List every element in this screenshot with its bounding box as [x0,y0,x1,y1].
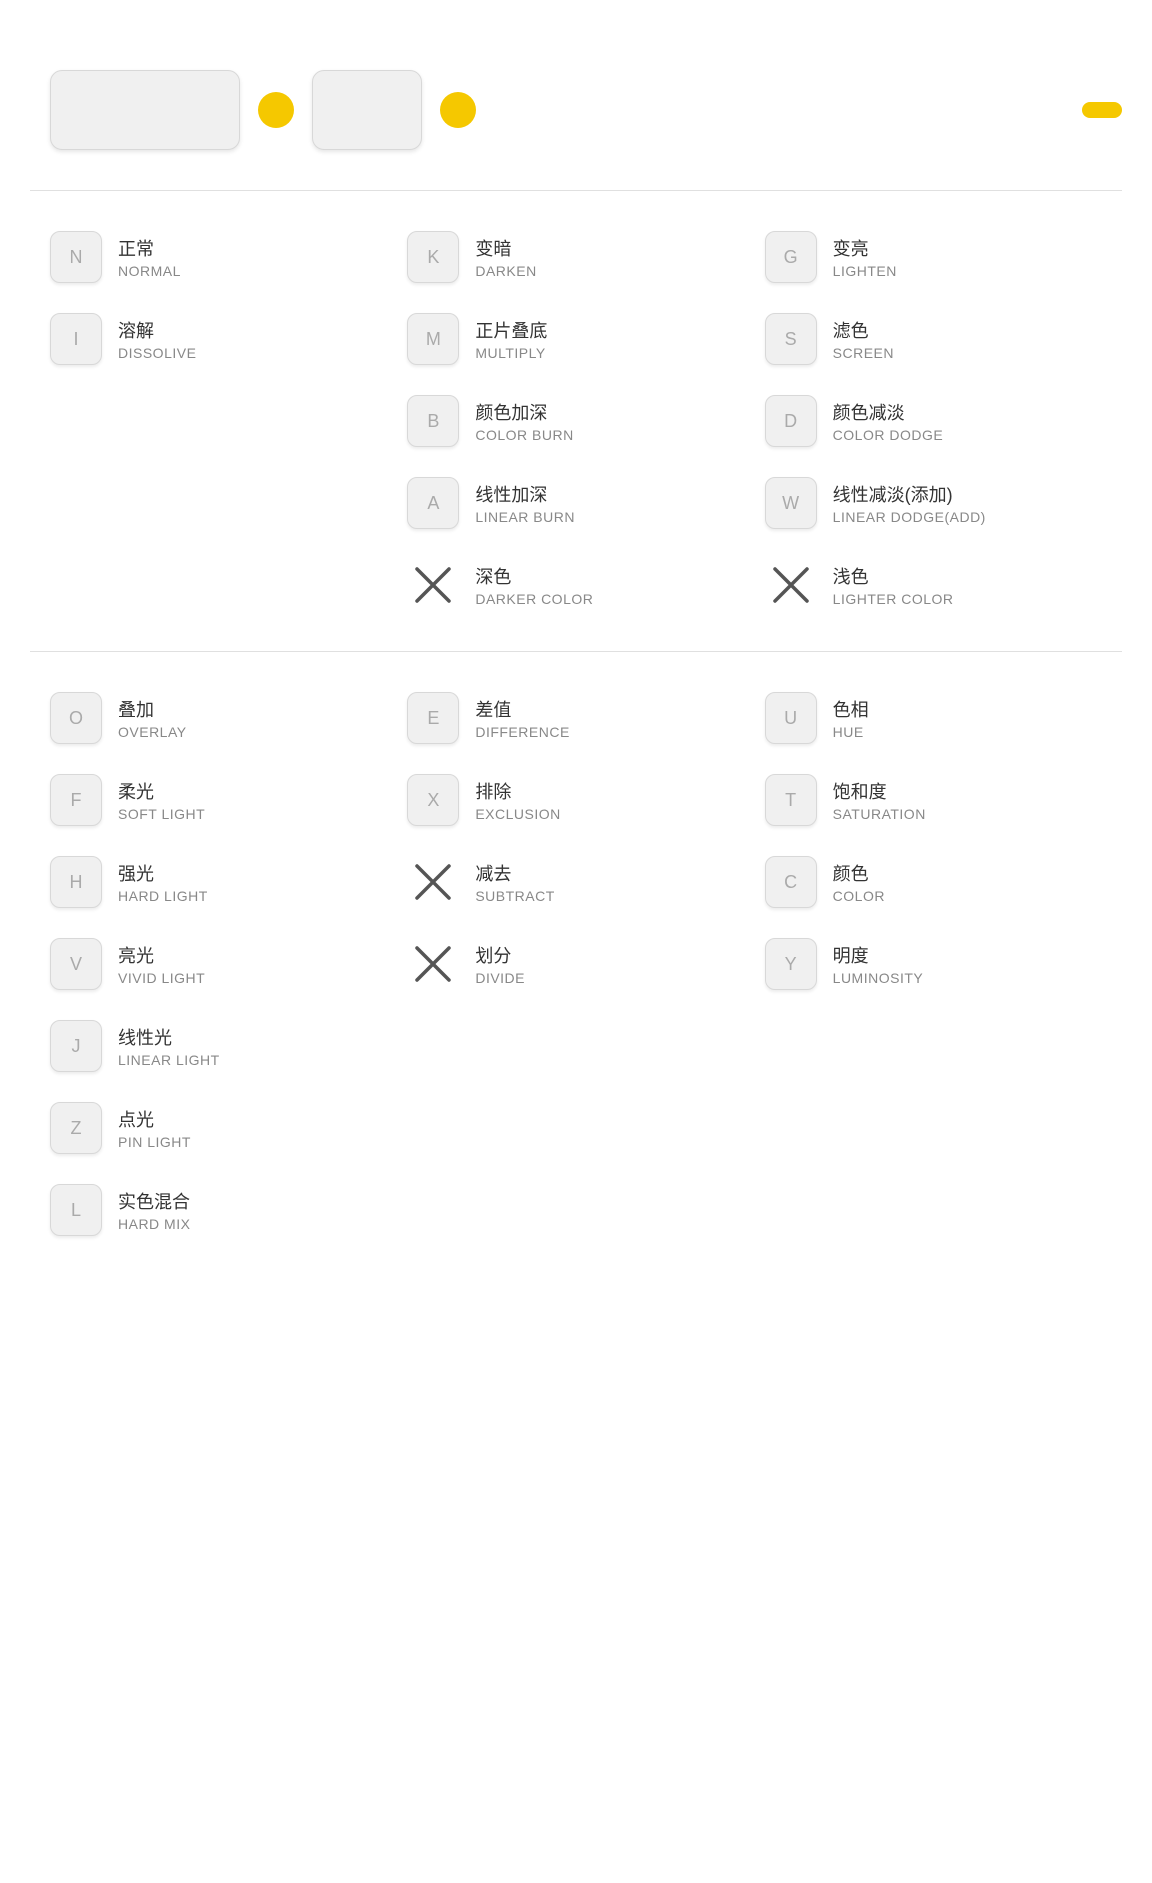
key-h: H [50,856,102,908]
blend-item: E 差值 DIFFERENCE [407,692,744,744]
blend-text: 深色 DARKER COLOR [475,563,593,607]
blend-text: 线性加深 LINEAR BURN [475,481,575,525]
blend-item: 深色 DARKER COLOR [407,559,744,611]
alt-option-key [312,70,422,150]
key-t: T [765,774,817,826]
no-key-icon [407,856,459,908]
key-c: C [765,856,817,908]
blend-item: 划分 DIVIDE [407,938,744,990]
blend-item: H 强光 HARD LIGHT [50,856,387,908]
blend-text: 颜色 COLOR [833,860,885,904]
blend-item: Y 明度 LUMINOSITY [765,938,1102,990]
no-key-icon [407,559,459,611]
blend-item: G 变亮 LIGHTEN [765,231,1102,283]
blend-item: Z 点光 PIN LIGHT [50,1102,387,1154]
key-i: I [50,313,102,365]
blend-item: M 正片叠底 MULTIPLY [407,313,744,365]
key-w: W [765,477,817,529]
blend-item: C 颜色 COLOR [765,856,1102,908]
key-k: K [407,231,459,283]
blend-item: I 溶解 DISSOLIVE [50,313,387,365]
blend-item: V 亮光 VIVID LIGHT [50,938,387,990]
blend-text: 线性光 LINEAR LIGHT [118,1024,220,1068]
blend-text: 正常 NORMAL [118,235,181,279]
key-f: F [50,774,102,826]
blend-item: 浅色 LIGHTER COLOR [765,559,1102,611]
blend-text: 饱和度 SATURATION [833,778,926,822]
blend-text: 正片叠底 MULTIPLY [475,317,547,361]
key-d: D [765,395,817,447]
blend-item: U 色相 HUE [765,692,1102,744]
blend-text: 叠加 OVERLAY [118,696,187,740]
key-y: Y [765,938,817,990]
key-g: G [765,231,817,283]
key-o: O [50,692,102,744]
blend-text: 实色混合 HARD MIX [118,1188,190,1232]
blend-text: 柔光 SOFT LIGHT [118,778,205,822]
key-v: V [50,938,102,990]
no-key-icon [407,938,459,990]
key-n: N [50,231,102,283]
key-l: L [50,1184,102,1236]
note-badge [1082,102,1122,118]
blend-text: 差值 DIFFERENCE [475,696,569,740]
blend-text: 变亮 LIGHTEN [833,235,897,279]
blend-item: F 柔光 SOFT LIGHT [50,774,387,826]
blend-item: X 排除 EXCLUSION [407,774,744,826]
key-a: A [407,477,459,529]
no-key-icon [765,559,817,611]
key-e: E [407,692,459,744]
blend-item: O 叠加 OVERLAY [50,692,387,744]
blend-text: 划分 DIVIDE [475,942,525,986]
blend-item: W 线性减淡(添加) LINEAR DODGE(ADD) [765,477,1102,529]
blend-text: 点光 PIN LIGHT [118,1106,191,1150]
blend-text: 线性减淡(添加) LINEAR DODGE(ADD) [833,481,986,525]
blend-text: 色相 HUE [833,696,869,740]
plus-2 [440,92,476,128]
blend-item: D 颜色减淡 COLOR DODGE [765,395,1102,447]
key-m: M [407,313,459,365]
divider-1 [30,190,1122,191]
blend-text: 亮光 VIVID LIGHT [118,942,205,986]
blend-item: B 颜色加深 COLOR BURN [407,395,744,447]
blend-item: S 滤色 SCREEN [765,313,1102,365]
blend-text: 浅色 LIGHTER COLOR [833,563,954,607]
shift-key [50,70,240,150]
blend-text: 明度 LUMINOSITY [833,942,924,986]
blend-text: 滤色 SCREEN [833,317,894,361]
blend-text: 减去 SUBTRACT [475,860,554,904]
blend-item: A 线性加深 LINEAR BURN [407,477,744,529]
blend-text: 颜色减淡 COLOR DODGE [833,399,944,443]
plus-1 [258,92,294,128]
key-u: U [765,692,817,744]
blend-item: 减去 SUBTRACT [407,856,744,908]
key-s: S [765,313,817,365]
divider-2 [30,651,1122,652]
section-2: O 叠加 OVERLAY E 差值 DIFFERENCE U 色相 HUE F … [30,662,1122,1266]
section-1-grid: N 正常 NORMAL K 变暗 DARKEN G 变亮 LIGHTEN I 溶… [50,231,1102,611]
key-x: X [407,774,459,826]
key-b: B [407,395,459,447]
key-z: Z [50,1102,102,1154]
blend-text: 颜色加深 COLOR BURN [475,399,573,443]
blend-item: K 变暗 DARKEN [407,231,744,283]
blend-item: T 饱和度 SATURATION [765,774,1102,826]
blend-item: N 正常 NORMAL [50,231,387,283]
blend-text: 排除 EXCLUSION [475,778,560,822]
blend-item: L 实色混合 HARD MIX [50,1184,387,1236]
header-section [30,40,1122,180]
section-2-grid: O 叠加 OVERLAY E 差值 DIFFERENCE U 色相 HUE F … [50,692,1102,1236]
section-1: N 正常 NORMAL K 变暗 DARKEN G 变亮 LIGHTEN I 溶… [30,201,1122,641]
blend-text: 强光 HARD LIGHT [118,860,208,904]
blend-text: 变暗 DARKEN [475,235,536,279]
blend-text: 溶解 DISSOLIVE [118,317,196,361]
blend-item: J 线性光 LINEAR LIGHT [50,1020,387,1072]
key-j: J [50,1020,102,1072]
